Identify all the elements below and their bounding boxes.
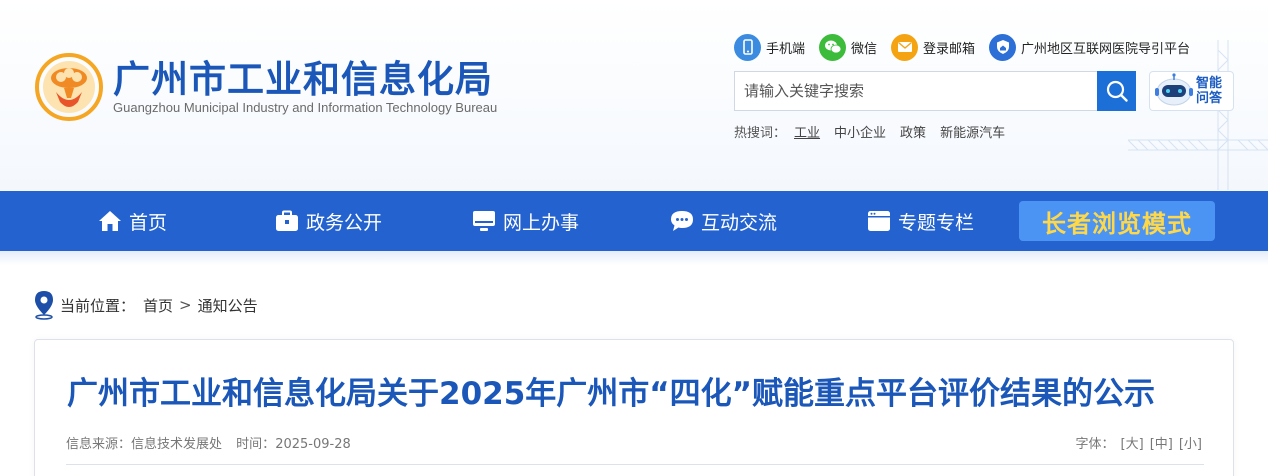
hot-word-link[interactable]: 政策 bbox=[900, 122, 926, 141]
wechat-icon bbox=[819, 33, 847, 61]
smart-qa-label: 智能 问答 bbox=[1196, 76, 1226, 106]
hospital-platform-label: 广州地区互联网医院导引平台 bbox=[1021, 41, 1191, 57]
source-value: 信息技术发展处 bbox=[131, 437, 223, 452]
font-size-small-button[interactable]: [小] bbox=[1179, 433, 1202, 452]
nav-item-online-service[interactable]: 网上办事 bbox=[471, 191, 579, 251]
breadcrumb-label: 当前位置： bbox=[60, 296, 136, 315]
mobile-link-label: 手机端 bbox=[766, 41, 806, 57]
hot-word-link[interactable]: 中小企业 bbox=[834, 122, 886, 141]
site-subtitle: Guangzhou Municipal Industry and Informa… bbox=[113, 100, 498, 115]
font-size-switcher: 字体： [大] [中] [小] bbox=[1076, 433, 1202, 452]
hospital-platform-link[interactable]: 广州地区互联网医院导引平台 bbox=[989, 33, 1191, 61]
nav-item-home[interactable]: 首页 bbox=[97, 191, 167, 251]
mobile-link[interactable]: 手机端 bbox=[734, 33, 806, 61]
hot-search-words: 热搜词： 工业 中小企业 政策 新能源汽车 bbox=[734, 122, 1019, 141]
time-value: 2025-09-28 bbox=[275, 437, 351, 452]
time-label: 时间： bbox=[236, 437, 276, 452]
article-meta: 信息来源：信息技术发展处 时间：2025-09-28 bbox=[66, 433, 351, 452]
smart-qa-button[interactable]: 智能 问答 bbox=[1149, 71, 1234, 111]
font-size-large-button[interactable]: [大] bbox=[1121, 433, 1144, 452]
robot-icon bbox=[1155, 73, 1193, 106]
font-size-medium-button[interactable]: [中] bbox=[1150, 433, 1173, 452]
location-pin-icon bbox=[35, 291, 53, 320]
site-header: 广州市工业和信息化局 Guangzhou Municipal Industry … bbox=[0, 0, 1268, 191]
smart-qa-line2: 问答 bbox=[1196, 91, 1223, 106]
breadcrumb-notices-link[interactable]: 通知公告 bbox=[198, 295, 258, 316]
search-button[interactable] bbox=[1097, 71, 1136, 111]
nav-shadow bbox=[0, 251, 1268, 265]
source-label: 信息来源： bbox=[66, 437, 132, 452]
wechat-link[interactable]: 微信 bbox=[819, 33, 878, 61]
article-title: 广州市工业和信息化局关于2025年广州市“四化”赋能重点平台评价结果的公示 bbox=[67, 376, 1156, 412]
nav-item-online-service-label: 网上办事 bbox=[503, 211, 580, 234]
breadcrumb-separator: > bbox=[179, 296, 192, 314]
wechat-link-label: 微信 bbox=[851, 41, 878, 57]
top-links: 手机端 微信 登录邮箱 广州地区互联网医院导引平台 bbox=[734, 33, 1204, 61]
mail-link[interactable]: 登录邮箱 bbox=[891, 33, 976, 61]
chat-icon bbox=[669, 208, 695, 234]
hot-search-label: 热搜词： bbox=[734, 126, 787, 141]
shield-home-icon bbox=[989, 33, 1017, 61]
search-input[interactable] bbox=[735, 72, 1097, 110]
nav-item-special-topics[interactable]: 专题专栏 bbox=[866, 191, 974, 251]
elder-mode-button[interactable]: 长者浏览模式 bbox=[1019, 201, 1215, 241]
nav-item-interaction-label: 互动交流 bbox=[701, 211, 778, 234]
article-divider bbox=[66, 464, 1204, 465]
main-nav: 首页 政务公开 网上办事 互动交流 专题专栏 长者浏览模式 bbox=[0, 191, 1268, 251]
nav-item-gov-affairs-label: 政务公开 bbox=[306, 211, 383, 234]
briefcase-icon bbox=[274, 208, 300, 234]
hot-word-link[interactable]: 新能源汽车 bbox=[940, 122, 1005, 141]
article-card: 广州市工业和信息化局关于2025年广州市“四化”赋能重点平台评价结果的公示 信息… bbox=[34, 339, 1234, 476]
monitor-icon bbox=[471, 208, 497, 234]
breadcrumb-home-link[interactable]: 首页 bbox=[143, 295, 173, 316]
font-size-label: 字体： bbox=[1075, 437, 1115, 452]
nav-item-gov-affairs[interactable]: 政务公开 bbox=[274, 191, 382, 251]
breadcrumb: 当前位置： 首页 > 通知公告 bbox=[34, 290, 258, 320]
window-icon bbox=[866, 208, 892, 234]
nav-item-home-label: 首页 bbox=[129, 211, 168, 234]
bureau-logo[interactable] bbox=[34, 52, 104, 122]
smart-qa-line1: 智能 bbox=[1196, 76, 1223, 91]
hot-word-link[interactable]: 工业 bbox=[794, 122, 820, 141]
nav-item-interaction[interactable]: 互动交流 bbox=[669, 191, 777, 251]
tower-decoration bbox=[1128, 40, 1268, 190]
nav-item-special-topics-label: 专题专栏 bbox=[898, 211, 975, 234]
search-icon bbox=[1106, 80, 1128, 102]
mail-icon bbox=[891, 33, 919, 61]
home-icon bbox=[97, 208, 123, 234]
mail-link-label: 登录邮箱 bbox=[923, 41, 976, 57]
mobile-icon bbox=[734, 33, 761, 61]
search-box bbox=[734, 71, 1136, 111]
site-title: 广州市工业和信息化局 bbox=[113, 58, 493, 101]
